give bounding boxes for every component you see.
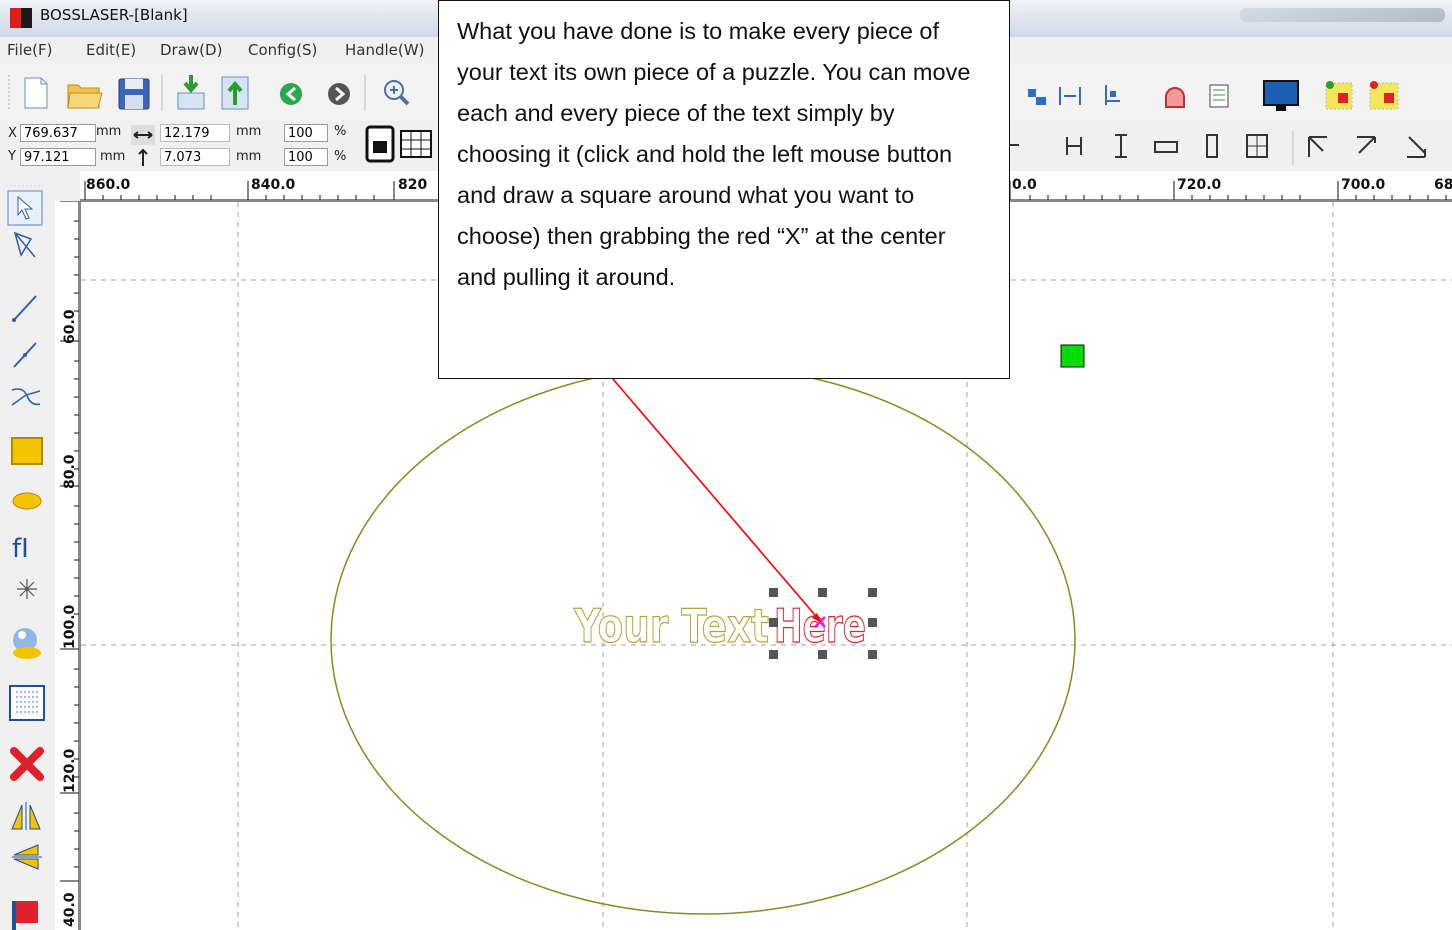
- ellipse-icon[interactable]: [12, 492, 42, 510]
- space-h-icon[interactable]: [1066, 137, 1082, 155]
- y-label: Y: [8, 149, 16, 164]
- bitmap-icon[interactable]: [13, 628, 41, 659]
- back-icon[interactable]: [280, 83, 302, 105]
- instruction-callout: What you have done is to make every piec…: [438, 0, 1010, 379]
- app-icon: [10, 8, 32, 28]
- text-object-unselected[interactable]: Your Text: [573, 598, 770, 653]
- ruler-label-140: 40.0: [62, 892, 78, 927]
- new-file-icon[interactable]: [24, 77, 48, 109]
- polyline-icon[interactable]: [13, 342, 37, 368]
- scale-y-field[interactable]: 100: [284, 148, 328, 166]
- flag-icon[interactable]: [12, 901, 38, 930]
- height-unit: mm: [236, 149, 262, 164]
- list-icon[interactable]: [1209, 84, 1229, 108]
- menu-edit[interactable]: Edit(E): [86, 41, 136, 59]
- svg-text:fI: fI: [12, 534, 29, 564]
- save-icon[interactable]: [118, 78, 150, 110]
- text-object-selected[interactable]: Here: [773, 598, 866, 653]
- node-edit-icon[interactable]: [13, 231, 36, 258]
- align-icon[interactable]: [1059, 87, 1081, 105]
- window-title: BOSSLASER-[Blank]: [40, 6, 188, 24]
- scale-y-unit: %: [334, 149, 347, 164]
- export-icon[interactable]: [221, 76, 249, 110]
- y-field[interactable]: 97.121: [20, 148, 96, 166]
- bottom-right-icon[interactable]: [1407, 136, 1426, 158]
- mirror-h-icon[interactable]: [11, 802, 41, 830]
- width-field[interactable]: 12.179: [160, 124, 230, 142]
- ruler-label-80: 80.0: [62, 454, 78, 489]
- menu-handle[interactable]: Handle(W): [345, 41, 424, 59]
- grid-position-icon[interactable]: [400, 130, 432, 158]
- top-right-icon[interactable]: [1357, 136, 1376, 154]
- x-unit: mm: [96, 124, 122, 139]
- distribute-icon[interactable]: [1008, 135, 1019, 157]
- scale-x-unit: %: [334, 124, 347, 139]
- zoom-in-icon[interactable]: [384, 80, 410, 106]
- lock-ratio-icon[interactable]: [365, 125, 395, 163]
- ruler-label-100: 100.0: [62, 604, 78, 649]
- line-icon[interactable]: [12, 295, 37, 322]
- top-left-icon[interactable]: [1308, 136, 1327, 157]
- select-icon[interactable]: [7, 190, 43, 226]
- menu-draw[interactable]: Draw(D): [160, 41, 222, 59]
- menu-config[interactable]: Config(S): [248, 41, 317, 59]
- layer-icon[interactable]: [1325, 81, 1353, 110]
- ruler-label-720: 720.0: [1177, 177, 1222, 193]
- point-icon[interactable]: [17, 579, 37, 599]
- center-icon[interactable]: [1246, 134, 1268, 158]
- align-right-icon[interactable]: [1105, 85, 1120, 105]
- forward-icon[interactable]: [328, 83, 350, 105]
- vertical-ruler: 60.0 80.0 100.0 120.0 40.0: [55, 201, 81, 930]
- space-v-icon[interactable]: [1115, 134, 1127, 158]
- ruler-label-700: 700.0: [1341, 177, 1386, 193]
- x-field[interactable]: 769.637: [20, 124, 96, 142]
- width-unit: mm: [236, 124, 262, 139]
- height-icon: [138, 148, 148, 166]
- same-height-icon[interactable]: [1206, 134, 1218, 158]
- ruler-label-680: 68: [1434, 177, 1452, 193]
- same-width-icon[interactable]: [1154, 141, 1178, 153]
- layout-icon[interactable]: [1028, 89, 1046, 105]
- menu-file[interactable]: File(F): [7, 41, 52, 59]
- x-label: X: [8, 126, 17, 141]
- width-icon: [131, 125, 155, 145]
- ruler-label-820: 820: [398, 177, 427, 193]
- ruler-label-60: 60.0: [62, 309, 78, 344]
- text-object[interactable]: Your Text Here: [573, 598, 867, 653]
- y-unit: mm: [100, 149, 126, 164]
- shape-icon[interactable]: [1165, 87, 1185, 108]
- layer2-icon[interactable]: [1369, 81, 1399, 110]
- text-icon[interactable]: fI: [12, 534, 29, 564]
- blurred-title-text: [1240, 8, 1445, 22]
- open-folder-icon[interactable]: [67, 84, 103, 109]
- height-field[interactable]: 7.073: [160, 148, 230, 166]
- array-icon[interactable]: [9, 685, 45, 721]
- callout-text: What you have done is to make every piec…: [457, 18, 971, 290]
- bezier-icon[interactable]: [11, 388, 41, 406]
- ruler-label-740: 0.0: [1012, 177, 1037, 193]
- ruler-label-840: 840.0: [251, 177, 296, 193]
- ruler-label-120: 120.0: [62, 748, 78, 793]
- green-marker: [1060, 344, 1085, 368]
- tool-palette: fI: [0, 185, 55, 930]
- rectangle-icon[interactable]: [11, 437, 43, 465]
- delete-icon[interactable]: [10, 747, 44, 781]
- scale-x-field[interactable]: 100: [284, 124, 328, 142]
- import-icon[interactable]: [177, 75, 205, 110]
- monitor-icon[interactable]: [1263, 80, 1299, 111]
- mirror-v-icon[interactable]: [12, 844, 42, 870]
- ruler-label-860: 860.0: [86, 177, 131, 193]
